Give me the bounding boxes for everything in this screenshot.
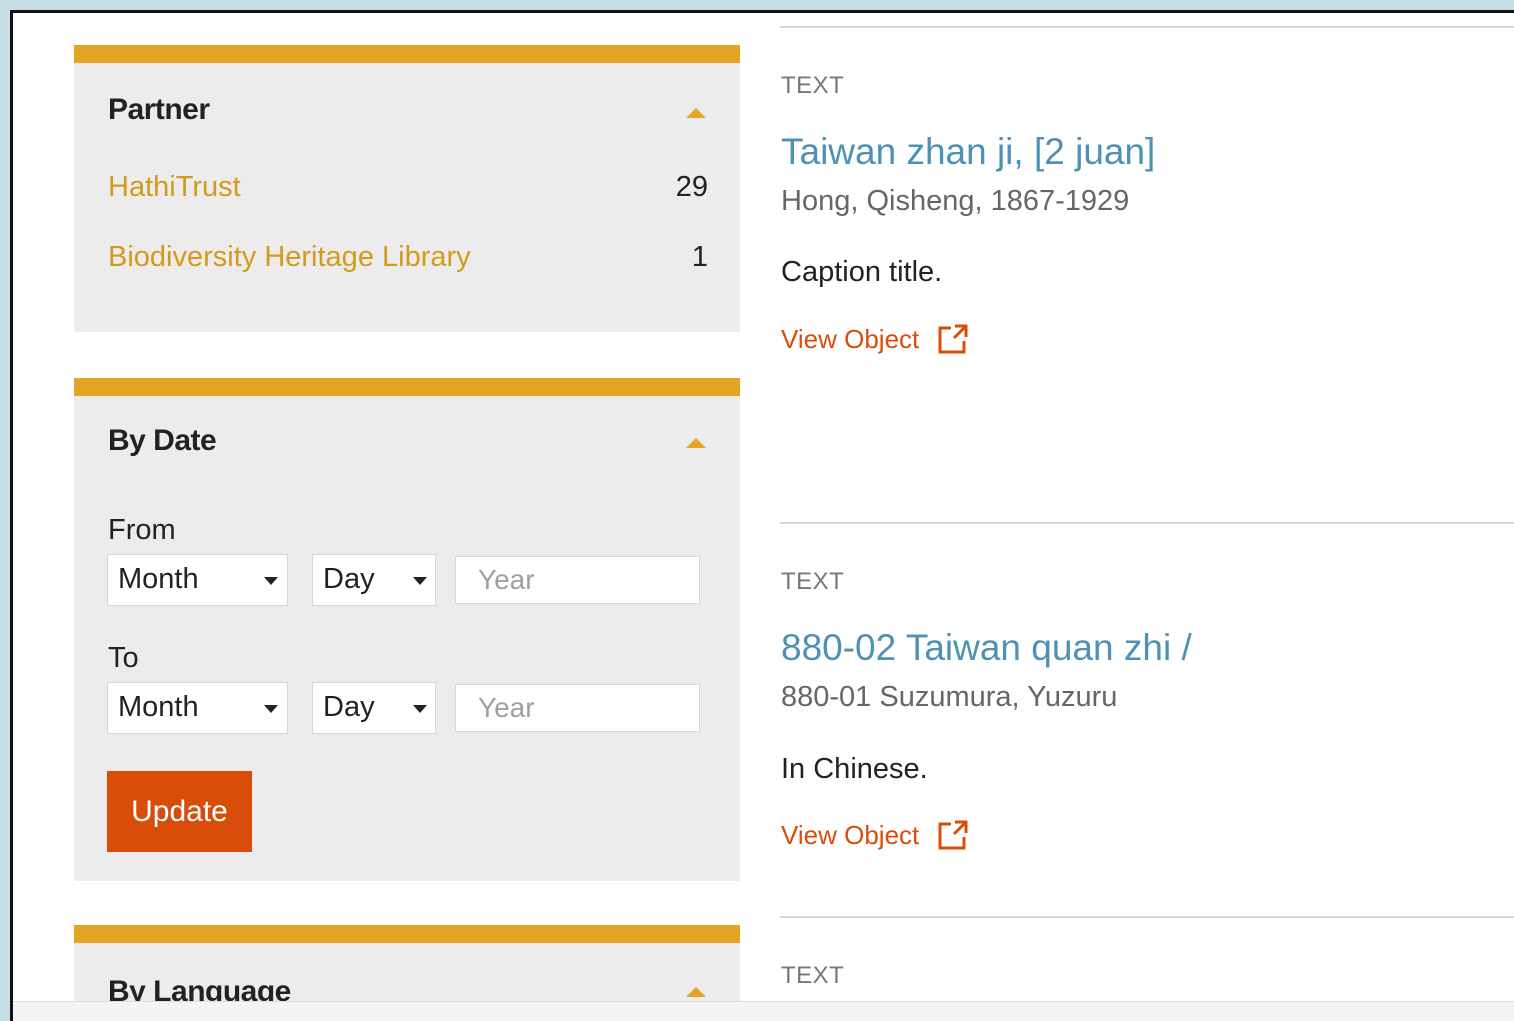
result-title-link[interactable]: Taiwan zhan ji, [2 juan] <box>781 131 1155 173</box>
facet-accent-bar <box>74 378 740 396</box>
app-window: Partner HathiTrust 29 Biodiversity Herit… <box>10 10 1514 1021</box>
to-label: To <box>108 642 139 674</box>
collapse-caret-icon[interactable] <box>686 438 706 448</box>
to-day-select[interactable]: Day <box>312 682 436 734</box>
from-day-value: Day <box>323 563 375 595</box>
from-label: From <box>108 514 176 546</box>
to-month-value: Month <box>118 691 199 723</box>
date-facet-title: By Date <box>108 424 217 457</box>
result-divider <box>780 916 1514 918</box>
chevron-down-icon <box>264 577 278 585</box>
update-button[interactable]: Update <box>107 771 252 852</box>
to-month-select[interactable]: Month <box>107 682 288 734</box>
chevron-down-icon <box>413 705 427 713</box>
facet-count: 1 <box>691 241 708 273</box>
from-year-input[interactable] <box>455 556 700 604</box>
from-month-value: Month <box>118 563 199 595</box>
facet-accent-bar <box>74 925 740 943</box>
chevron-down-icon <box>264 705 278 713</box>
facet-count: 29 <box>675 171 708 203</box>
to-day-value: Day <box>323 691 375 723</box>
result-type: TEXT <box>781 568 845 595</box>
result-author: Hong, Qisheng, 1867-1929 <box>781 185 1130 217</box>
view-object-label: View Object <box>781 323 920 354</box>
partner-facet: Partner HathiTrust 29 Biodiversity Herit… <box>74 45 740 332</box>
view-object-link[interactable]: View Object <box>781 323 969 355</box>
result-type: TEXT <box>781 72 845 99</box>
external-link-icon <box>937 819 969 851</box>
facet-accent-bar <box>74 45 740 63</box>
from-day-select[interactable]: Day <box>312 554 436 606</box>
facet-item-biodiversity-heritage-library[interactable]: Biodiversity Heritage Library <box>108 241 471 274</box>
chevron-down-icon <box>413 577 427 585</box>
date-facet: By Date From Month Day To Month Day Upda… <box>74 378 740 881</box>
view-object-label: View Object <box>781 819 920 850</box>
from-month-select[interactable]: Month <box>107 554 288 606</box>
result-type: TEXT <box>781 962 845 989</box>
collapse-caret-icon[interactable] <box>686 108 706 118</box>
result-divider <box>780 26 1514 28</box>
result-divider <box>780 522 1514 524</box>
external-link-icon <box>937 323 969 355</box>
result-description: In Chinese. <box>781 753 928 785</box>
partner-facet-title: Partner <box>108 93 210 126</box>
facet-item-hathitrust[interactable]: HathiTrust <box>108 171 241 204</box>
result-description: Caption title. <box>781 256 943 288</box>
result-author: 880-01 Suzumura, Yuzuru <box>781 681 1118 713</box>
result-title-link[interactable]: 880-02 Taiwan quan zhi / <box>781 627 1192 669</box>
view-object-link[interactable]: View Object <box>781 819 969 851</box>
collapse-caret-icon[interactable] <box>686 987 706 997</box>
horizontal-scrollbar[interactable] <box>13 1001 1514 1021</box>
to-year-input[interactable] <box>455 684 700 732</box>
